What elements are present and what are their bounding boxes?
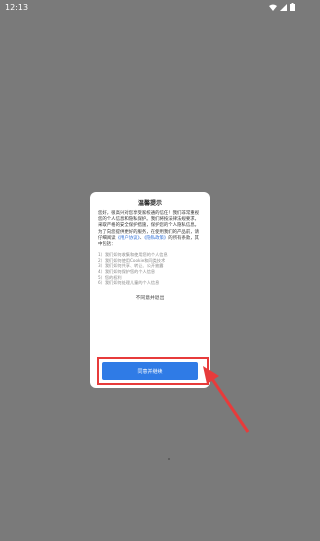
list-item: 6）我们如何处理儿童的个人信息: [98, 280, 160, 286]
terms-list: 1）我们如何收集和使用您的个人信息 2）我们如何使用Cookie和同类技术 3）…: [98, 252, 202, 286]
signal-icon: [280, 3, 287, 11]
background-dot: [168, 458, 170, 460]
battery-icon: [290, 3, 295, 11]
status-time: 12:13: [5, 2, 29, 12]
annotation-highlight-box: [97, 357, 209, 385]
user-agreement-link[interactable]: 《用户协议》: [116, 236, 140, 241]
decline-button[interactable]: 不同意并退出: [98, 294, 202, 301]
dialog-title: 温馨提示: [137, 200, 162, 207]
dialog-intro: 您好，很高兴对您享受家校通的信任！我们非常重视您的个人信息和隐私保护。我们将按法…: [98, 211, 202, 248]
status-icons: [269, 3, 295, 11]
status-bar: 12:13: [0, 0, 300, 14]
wifi-icon: [269, 4, 277, 11]
privacy-policy-link[interactable]: 《隐私政策》: [144, 236, 168, 241]
